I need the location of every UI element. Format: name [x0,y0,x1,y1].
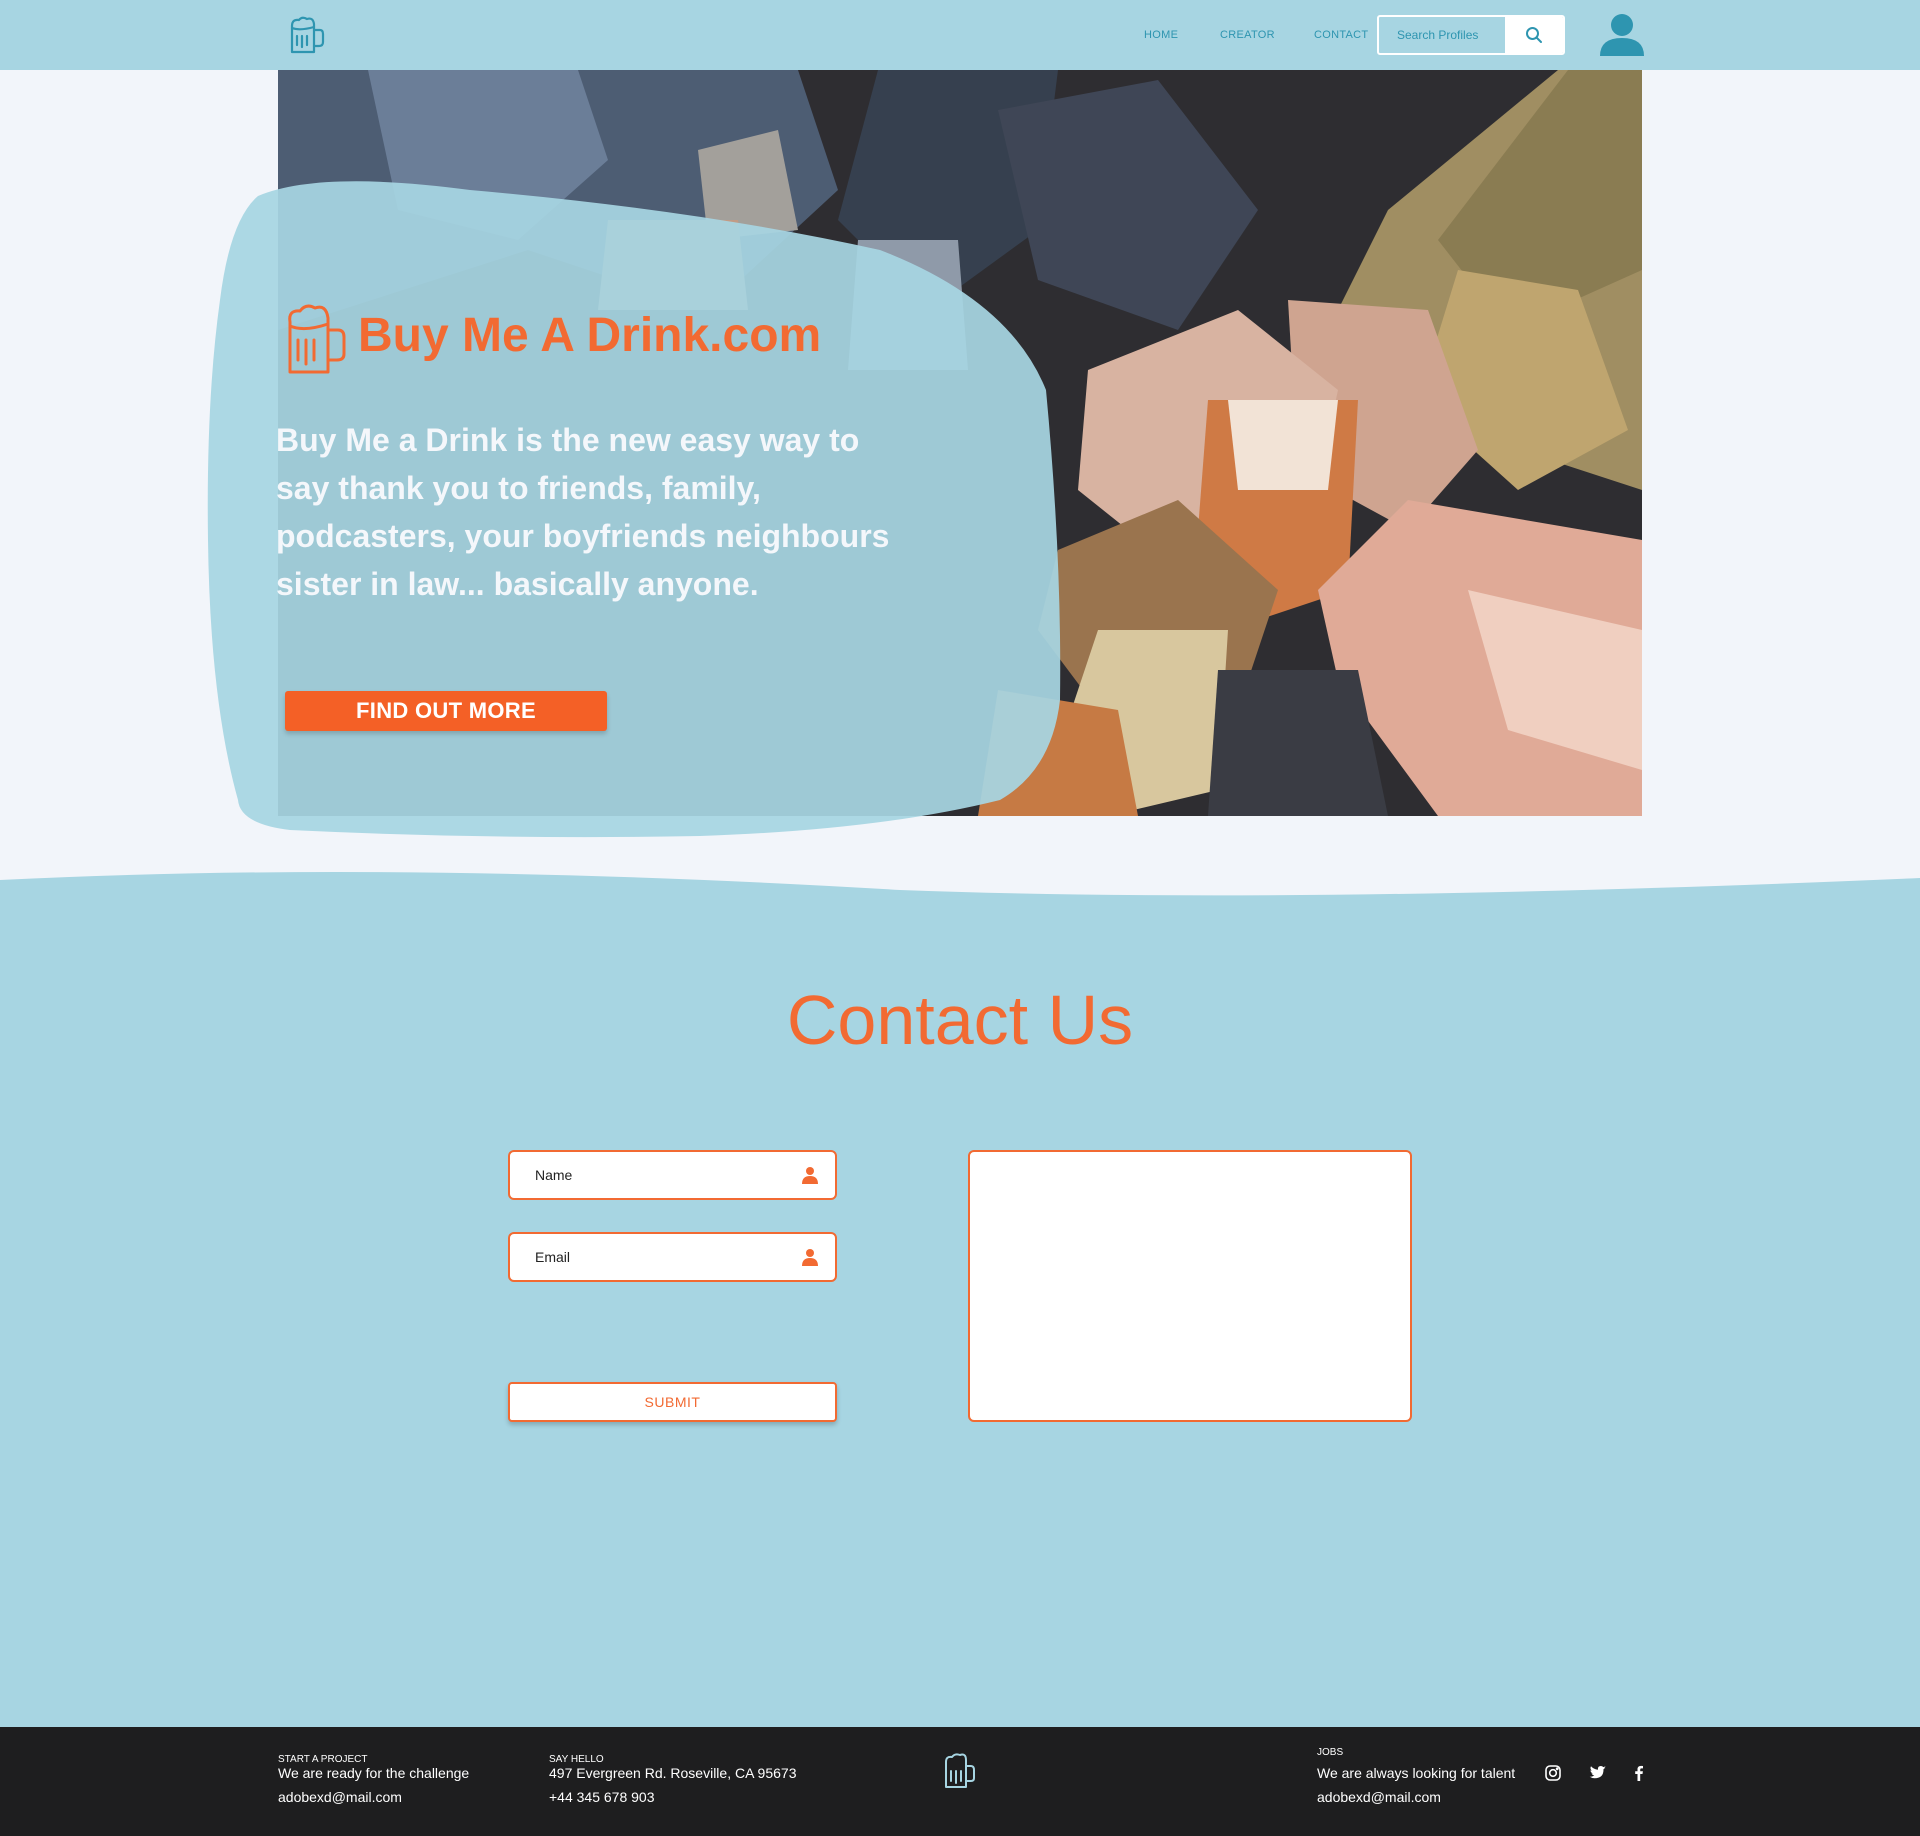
person-icon [802,1167,818,1184]
nav-creator-link[interactable]: CREATOR [1220,29,1275,41]
hero-title: Buy Me A Drink.com [358,309,822,362]
email-field [508,1232,837,1282]
search-bar [1377,15,1565,55]
footer-start-project-email[interactable]: adobexd@mail.com [278,1789,402,1805]
search-icon [1526,27,1542,43]
footer-jobs-text: We are always looking for talent [1317,1765,1516,1781]
footer-address: 497 Evergreen Rd. Roseville, CA 95673 [549,1765,797,1781]
footer-say-hello-label: SAY HELLO [549,1754,604,1765]
search-input[interactable] [1379,17,1505,53]
name-input[interactable] [510,1152,800,1198]
message-textarea[interactable] [968,1150,1412,1422]
beer-mug-logo-icon[interactable] [286,14,326,56]
search-button[interactable] [1505,17,1563,53]
instagram-icon[interactable] [1544,1764,1562,1782]
footer-start-project-text: We are ready for the challenge [278,1765,470,1781]
footer-phone[interactable]: +44 345 678 903 [549,1789,655,1805]
beer-mug-hero-icon [288,304,346,374]
nav-home-link[interactable]: HOME [1144,29,1178,41]
facebook-icon[interactable] [1630,1764,1648,1782]
top-navbar: HOME CREATOR CONTACT [0,0,1920,70]
beer-mug-footer-icon[interactable] [941,1751,977,1791]
user-avatar-icon[interactable] [1598,12,1646,56]
person-icon [802,1249,818,1266]
find-out-more-button[interactable]: FIND OUT MORE [285,691,607,731]
footer-start-project-label: START A PROJECT [278,1754,368,1765]
contact-title: Contact Us [786,981,1134,1059]
submit-button[interactable]: SUBMIT [508,1382,837,1422]
twitter-icon[interactable] [1589,1764,1607,1782]
nav-contact-link[interactable]: CONTACT [1314,29,1368,41]
name-field [508,1150,837,1200]
email-input[interactable] [510,1234,800,1280]
hero-description: Buy Me a Drink is the new easy way to sa… [276,422,890,602]
footer: START A PROJECT We are ready for the cha… [0,1727,1920,1836]
footer-jobs-email[interactable]: adobexd@mail.com [1317,1789,1441,1805]
footer-jobs-label: JOBS [1317,1747,1344,1758]
